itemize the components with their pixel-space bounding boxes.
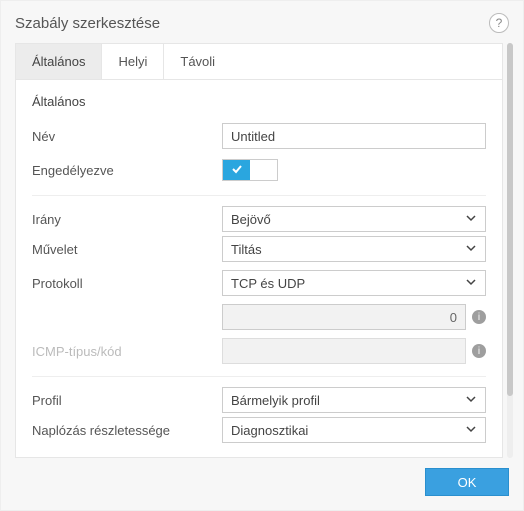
label-name: Név <box>32 129 222 144</box>
edit-rule-dialog: Szabály szerkesztése ? Általános Helyi T… <box>0 0 524 511</box>
port-input: 0 <box>222 304 466 330</box>
row-protocol: Protokoll TCP és UDP <box>32 266 486 300</box>
row-action: Művelet Tiltás <box>32 232 486 266</box>
dialog-header: Szabály szerkesztése ? <box>1 1 523 43</box>
row-name: Név <box>32 119 486 153</box>
label-direction: Irány <box>32 212 222 227</box>
scrollbar[interactable] <box>507 43 513 458</box>
port-value: 0 <box>450 310 457 325</box>
info-icon[interactable]: i <box>472 344 486 358</box>
action-select[interactable]: Tiltás <box>222 236 486 262</box>
tab-bar: Általános Helyi Távoli <box>16 44 502 80</box>
tab-label: Általános <box>32 54 85 69</box>
row-port: 0 i <box>32 300 486 334</box>
row-direction: Irány Bejövő <box>32 195 486 232</box>
check-icon <box>231 163 243 178</box>
action-value: Tiltás <box>231 242 262 257</box>
info-icon[interactable]: i <box>472 310 486 324</box>
ok-button[interactable]: OK <box>425 468 509 496</box>
tab-label: Helyi <box>118 54 147 69</box>
dialog-footer: OK <box>1 458 523 510</box>
logging-select[interactable]: Diagnosztikai <box>222 417 486 443</box>
protocol-select[interactable]: TCP és UDP <box>222 270 486 296</box>
label-icmp: ICMP-típus/kód <box>32 344 222 359</box>
direction-value: Bejövő <box>231 212 271 227</box>
ok-label: OK <box>458 475 477 490</box>
row-icmp: ICMP-típus/kód i <box>32 334 486 368</box>
logging-value: Diagnosztikai <box>231 423 308 438</box>
name-input[interactable] <box>222 123 486 149</box>
tab-remote[interactable]: Távoli <box>164 44 231 79</box>
content-panel: Általános Helyi Távoli Általános Név <box>15 43 503 458</box>
row-enabled: Engedélyezve <box>32 153 486 187</box>
chevron-down-icon <box>465 423 477 438</box>
chevron-down-icon <box>465 276 477 291</box>
label-enabled: Engedélyezve <box>32 163 222 178</box>
tab-general[interactable]: Általános <box>16 44 102 79</box>
form-general: Általános Név Engedélyezve <box>16 80 502 457</box>
profile-select[interactable]: Bármelyik profil <box>222 387 486 413</box>
row-profile: Profil Bármelyik profil <box>32 376 486 413</box>
section-heading: Általános <box>32 94 486 109</box>
tab-label: Távoli <box>180 54 215 69</box>
label-logging: Naplózás részletessége <box>32 423 222 438</box>
direction-select[interactable]: Bejövő <box>222 206 486 232</box>
label-profile: Profil <box>32 393 222 408</box>
content-wrap: Általános Helyi Távoli Általános Név <box>1 43 523 458</box>
dialog-title: Szabály szerkesztése <box>15 15 160 32</box>
chevron-down-icon <box>465 212 477 227</box>
row-logging: Naplózás részletessége Diagnosztikai <box>32 413 486 447</box>
chevron-down-icon <box>465 393 477 408</box>
enabled-toggle[interactable] <box>222 159 278 181</box>
tab-local[interactable]: Helyi <box>102 44 164 79</box>
protocol-value: TCP és UDP <box>231 276 305 291</box>
chevron-down-icon <box>465 242 477 257</box>
icmp-input <box>222 338 466 364</box>
label-action: Művelet <box>32 242 222 257</box>
help-icon[interactable]: ? <box>489 13 509 33</box>
label-protocol: Protokoll <box>32 276 222 291</box>
scrollbar-thumb[interactable] <box>507 43 513 396</box>
profile-value: Bármelyik profil <box>231 393 320 408</box>
